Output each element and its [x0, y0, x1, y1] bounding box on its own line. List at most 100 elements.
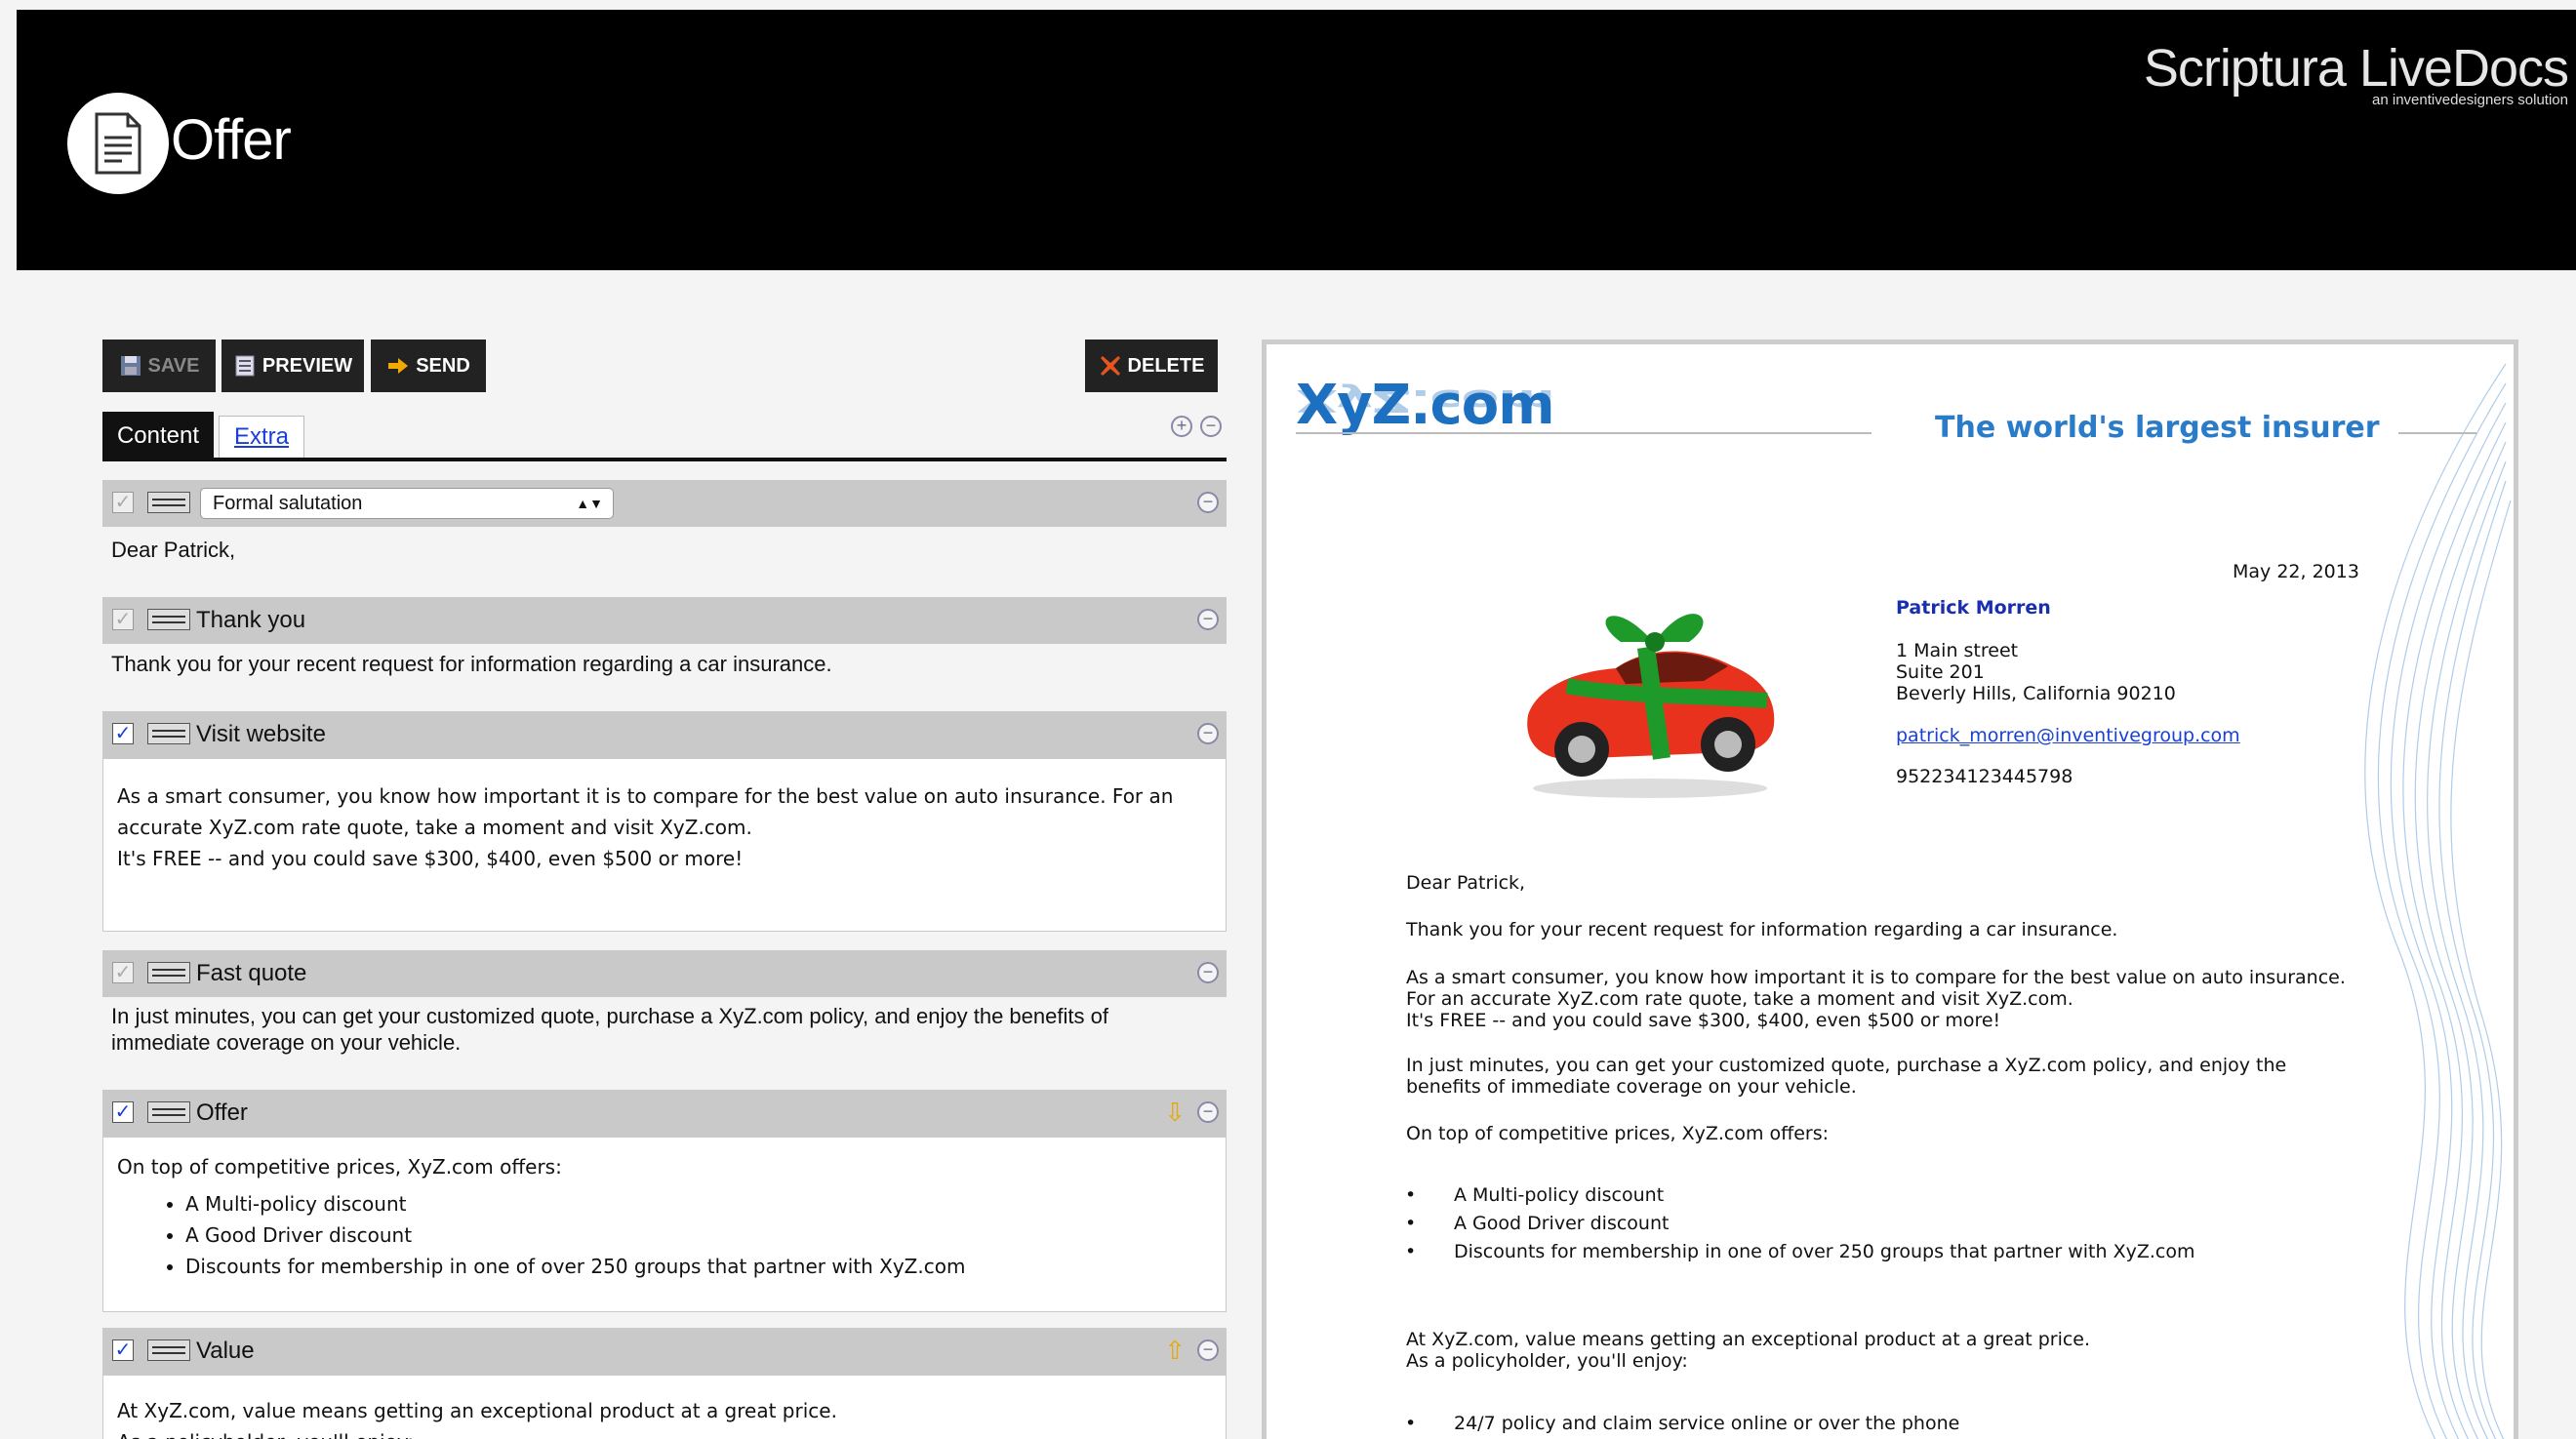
recipient-name: Patrick Morren	[1896, 597, 2051, 619]
section-offer-header: ✓ Offer ⇩ −	[102, 1090, 1227, 1137]
collapse-section-icon[interactable]: −	[1197, 723, 1219, 744]
floppy-disk-icon	[120, 356, 141, 376]
section-value-checkbox[interactable]: ✓	[112, 1339, 134, 1361]
letter-fast-quote: In just minutes, you can get your custom…	[1406, 1055, 2286, 1098]
letter-salutation: Dear Patrick,	[1406, 872, 1526, 894]
list-item: A Multi-policy discount	[185, 1188, 1212, 1219]
recipient-address: 1 Main street Suite 201 Beverly Hills, C…	[1896, 640, 2176, 704]
save-label: SAVE	[147, 354, 200, 377]
delete-label: DELETE	[1127, 354, 1205, 377]
address-line: 1 Main street	[1896, 640, 2019, 661]
preview-label: PREVIEW	[262, 354, 353, 377]
letter-value: At XyZ.com, value means getting an excep…	[1406, 1329, 2090, 1372]
address-line: Beverly Hills, California 90210	[1896, 683, 2176, 704]
letter-line: As a smart consumer, you know how import…	[1406, 967, 2346, 988]
letter-value-list: 24/7 policy and claim service online or …	[1405, 1410, 1959, 1438]
letter-visit-website: As a smart consumer, you know how import…	[1406, 967, 2346, 1031]
preview-document-icon	[235, 355, 255, 377]
save-button[interactable]: SAVE	[102, 340, 216, 392]
recipient-email-link[interactable]: patrick_morren@inventivegroup.com	[1896, 725, 2240, 746]
section-offer-title: Offer	[196, 1099, 248, 1126]
move-up-icon[interactable]: ⇧	[1164, 1336, 1186, 1366]
document-preview: XyZ.com XyZ.com The world's largest insu…	[1262, 340, 2518, 1439]
section-salutation-checkbox[interactable]: ✓	[112, 492, 134, 513]
list-item: Discounts for membership in one of over …	[185, 1251, 1212, 1282]
collapse-section-icon[interactable]: −	[1197, 1339, 1219, 1361]
letter-line: In just minutes, you can get your custom…	[1406, 1055, 2287, 1076]
section-visit-website-title: Visit website	[196, 721, 326, 747]
brand-logo: Scriptura LiveDocs an inventivedesigners…	[2143, 39, 2569, 108]
letter-line: At XyZ.com, value means getting an excep…	[1406, 1329, 2091, 1350]
send-label: SEND	[416, 354, 470, 377]
app-header: Offer Scriptura LiveDocs an inventivedes…	[17, 10, 2576, 270]
collapse-section-icon[interactable]: −	[1197, 492, 1219, 513]
section-thank-you-checkbox[interactable]: ✓	[112, 609, 134, 630]
text-block-icon	[147, 609, 190, 630]
offer-list: A Multi-policy discount A Good Driver di…	[117, 1188, 1212, 1282]
section-visit-website-checkbox[interactable]: ✓	[112, 723, 134, 744]
list-item: A Good Driver discount	[1405, 1210, 2194, 1238]
expand-all-icon[interactable]: +	[1171, 416, 1192, 437]
select-arrows-icon: ▲▼	[576, 496, 603, 511]
document-icon	[67, 93, 169, 194]
header-rule	[2398, 432, 2476, 434]
text-block-icon	[147, 1339, 190, 1361]
salutation-text: Dear Patrick,	[111, 538, 236, 562]
tab-content[interactable]: Content	[102, 412, 214, 460]
fast-quote-line: In just minutes, you can get your custom…	[111, 1004, 1108, 1028]
salutation-select-value: Formal salutation	[213, 493, 363, 514]
send-button[interactable]: SEND	[371, 340, 486, 392]
move-down-icon[interactable]: ⇩	[1164, 1098, 1186, 1128]
collapse-section-icon[interactable]: −	[1197, 962, 1219, 983]
section-value-title: Value	[196, 1338, 255, 1364]
delete-button[interactable]: DELETE	[1085, 340, 1218, 392]
value-editor[interactable]: At XyZ.com, value means getting an excep…	[102, 1375, 1227, 1439]
section-offer-checkbox[interactable]: ✓	[112, 1101, 134, 1123]
section-fast-quote-checkbox[interactable]: ✓	[112, 962, 134, 983]
tab-divider	[102, 458, 1227, 461]
collapse-section-icon[interactable]: −	[1197, 1101, 1219, 1123]
letter-line: As a policyholder, you'll enjoy:	[1406, 1350, 1688, 1372]
brand-name: Scriptura LiveDocs	[2143, 39, 2569, 98]
offer-intro: On top of competitive prices, XyZ.com of…	[117, 1155, 562, 1179]
delete-x-icon	[1100, 356, 1120, 376]
letter-line: It's FREE -- and you could save $300, $4…	[1406, 1010, 2001, 1031]
xyz-logo-reflection: XyZ.com	[1296, 382, 1554, 418]
fast-quote-text: In just minutes, you can get your custom…	[111, 1003, 1214, 1056]
preview-button[interactable]: PREVIEW	[221, 340, 364, 392]
text-block-icon	[147, 1101, 190, 1123]
letter-line: For an accurate XyZ.com rate quote, take…	[1406, 988, 2073, 1010]
section-fast-quote-title: Fast quote	[196, 960, 307, 986]
letter-offer-list: A Multi-policy discount A Good Driver di…	[1405, 1181, 2194, 1266]
text-block-icon	[147, 723, 190, 744]
text-block-icon	[147, 962, 190, 983]
letter-thank-you: Thank you for your recent request for in…	[1406, 919, 2118, 940]
visit-website-line: As a smart consumer, you know how import…	[117, 784, 1174, 808]
recipient-phone: 952234123445798	[1896, 766, 2073, 787]
gift-car-image	[1527, 614, 1775, 798]
header-rule	[1296, 432, 1872, 434]
letter-line: benefits of immediate coverage on your v…	[1406, 1076, 1857, 1098]
letter-offer-intro: On top of competitive prices, XyZ.com of…	[1406, 1123, 1830, 1144]
tab-extra[interactable]: Extra	[219, 416, 304, 459]
visit-website-line: It's FREE -- and you could save $300, $4…	[117, 847, 744, 870]
fast-quote-line: immediate coverage on your vehicle.	[111, 1030, 462, 1055]
list-item: 24/7 policy and claim service online or …	[1405, 1410, 1959, 1438]
section-visit-website-header: ✓ Visit website −	[102, 711, 1227, 758]
arrow-right-icon	[388, 358, 409, 374]
list-item: A Multi-policy discount	[1405, 1181, 2194, 1210]
section-thank-you-title: Thank you	[196, 607, 306, 633]
text-block-icon	[147, 492, 190, 513]
visit-website-line: accurate XyZ.com rate quote, take a mome…	[117, 816, 752, 839]
visit-website-editor[interactable]: As a smart consumer, you know how import…	[102, 758, 1227, 932]
collapse-all-icon[interactable]: −	[1200, 416, 1222, 437]
list-item: A Good Driver discount	[185, 1219, 1212, 1251]
section-salutation-header: ✓ Formal salutation ▲▼ −	[102, 480, 1227, 527]
thank-you-text: Thank you for your recent request for in…	[111, 652, 832, 676]
list-item: Discounts for membership in one of over …	[1405, 1238, 2194, 1266]
collapse-section-icon[interactable]: −	[1197, 609, 1219, 630]
section-thank-you-header: ✓ Thank you −	[102, 597, 1227, 644]
offer-editor[interactable]: On top of competitive prices, XyZ.com of…	[102, 1137, 1227, 1312]
page-title: Offer	[171, 108, 292, 172]
salutation-select[interactable]: Formal salutation ▲▼	[200, 488, 614, 519]
